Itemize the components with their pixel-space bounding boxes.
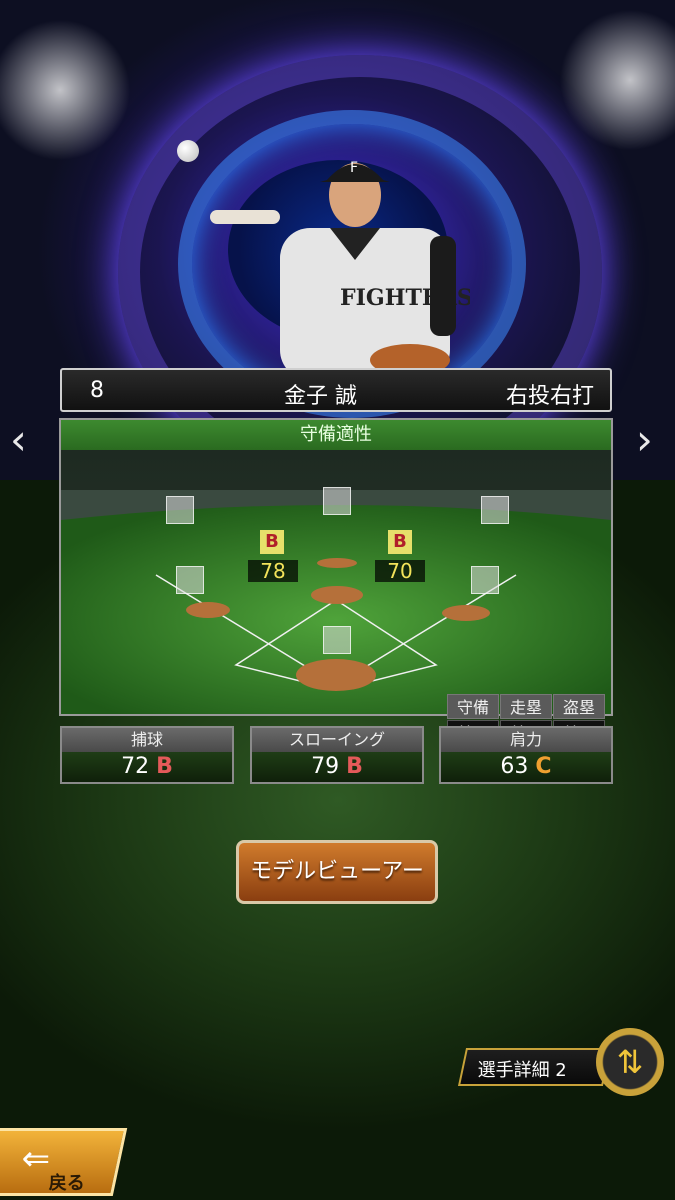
position-catcher[interactable] [323, 626, 351, 654]
baseball-icon [177, 140, 199, 162]
second-base-grade-badge: B [388, 530, 412, 554]
stat-value: 63 [500, 754, 529, 779]
position-left-field[interactable] [166, 496, 194, 524]
defense-panel: 守備適性 B 78 B 70 守備 走塁 盗塁 [59, 418, 613, 745]
stat-value-row: 72 B [62, 752, 232, 782]
position-third-base[interactable] [176, 566, 204, 594]
stat-grade: C [535, 754, 552, 779]
ability-header-running: 走塁 [500, 694, 552, 719]
stat-label: 肩力 [441, 728, 611, 752]
player-name: 金子 誠 [284, 384, 357, 409]
shortstop-grade-badge: B [260, 530, 284, 554]
stat-label: 捕球 [62, 728, 232, 752]
back-arrow-icon: ⇐ [21, 1139, 51, 1179]
stat-catching: 捕球 72 B [60, 726, 234, 784]
stat-value-row: 63 C [441, 752, 611, 782]
svg-text:F: F [350, 160, 358, 176]
ability-header-defense: 守備 [447, 694, 499, 719]
position-center-field[interactable] [323, 487, 351, 515]
player-name-bar: 8 金子 誠 右投右打 [60, 368, 612, 412]
handedness: 右投右打 [505, 384, 594, 409]
shortstop-rating: 78 [248, 560, 298, 582]
defense-title: 守備適性 [61, 420, 611, 450]
player-detail-button[interactable]: 選手詳細 2 [457, 1048, 612, 1086]
uniform-number: 8 [90, 378, 104, 403]
back-label: 戻る [48, 1173, 85, 1194]
player-image: F FIGHTERS [210, 160, 470, 380]
stat-label: スローイング [252, 728, 422, 752]
stat-grade: B [156, 754, 173, 779]
stat-value: 79 [311, 754, 340, 779]
back-button[interactable]: ⇐ 戻る [0, 1128, 128, 1196]
prev-player-arrow[interactable]: ‹ [10, 415, 27, 464]
player-detail-label: 選手詳細 2 [477, 1060, 567, 1081]
next-player-arrow[interactable]: › [636, 415, 653, 464]
model-viewer-button[interactable]: モデルビューアー [236, 840, 438, 904]
ability-header-stealing: 盗塁 [553, 694, 605, 719]
position-first-base[interactable] [471, 566, 499, 594]
second-base-rating: 70 [375, 560, 425, 582]
position-right-field[interactable] [481, 496, 509, 524]
stat-throwing: スローイング 79 B [250, 726, 424, 784]
swap-icon[interactable]: ⇅ [596, 1028, 664, 1096]
stat-arm-strength: 肩力 63 C [439, 726, 613, 784]
field-diagram: B 78 B 70 守備 走塁 盗塁 普通 普通 普通 [61, 450, 611, 745]
stat-grade: B [346, 754, 363, 779]
stat-value-row: 79 B [252, 752, 422, 782]
stat-value: 72 [121, 754, 150, 779]
